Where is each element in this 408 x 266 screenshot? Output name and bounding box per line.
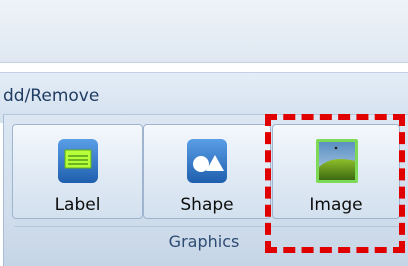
label-icon	[57, 139, 98, 183]
shape-button[interactable]: Shape	[143, 124, 271, 219]
shape-button-text: Shape	[180, 195, 234, 215]
label-button[interactable]: Label	[12, 124, 143, 219]
ribbon-title-strip	[0, 0, 408, 63]
image-button-highlight	[265, 114, 405, 253]
label-button-text: Label	[54, 195, 101, 215]
shape-icon	[187, 139, 227, 183]
add-remove-group-label: dd/Remove	[3, 86, 100, 106]
